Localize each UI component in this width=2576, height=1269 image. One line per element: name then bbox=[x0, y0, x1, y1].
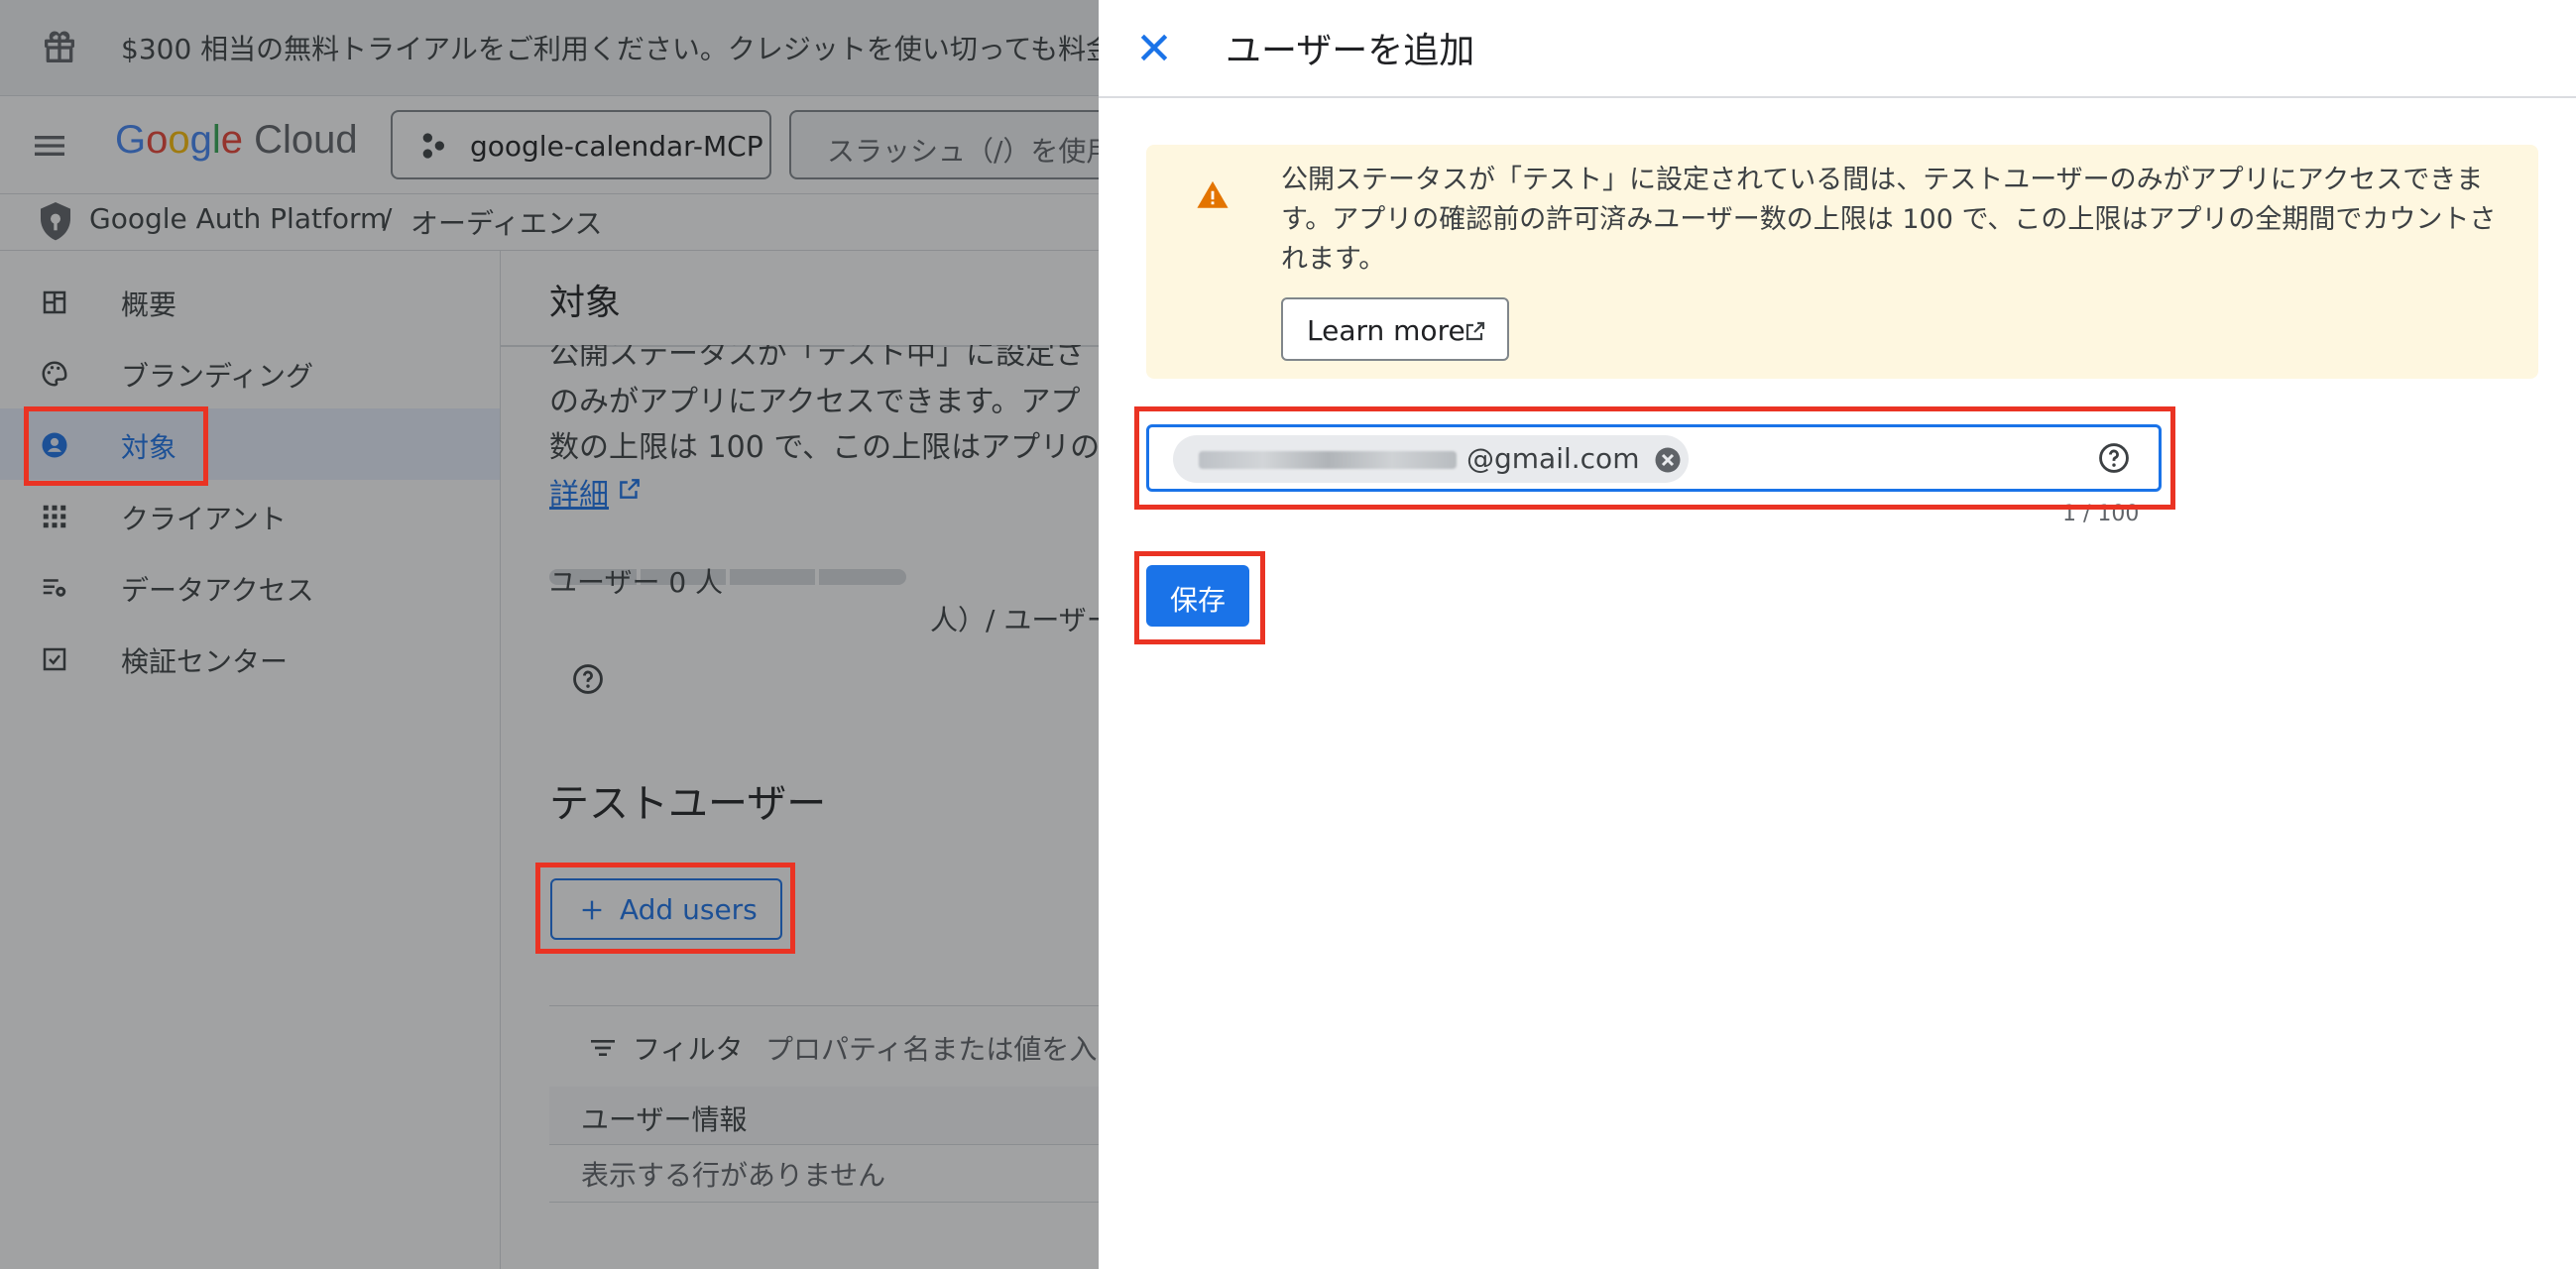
warning-icon bbox=[1197, 180, 1229, 208]
highlight-email-field bbox=[1134, 406, 2175, 510]
modal-scrim[interactable] bbox=[0, 0, 1099, 1269]
learn-more-button[interactable]: Learn more bbox=[1281, 297, 1509, 361]
close-icon[interactable] bbox=[1134, 28, 1174, 67]
highlight-save-button bbox=[1134, 551, 1265, 644]
highlight-sidebar-audience bbox=[24, 406, 208, 486]
panel-header: ユーザーを追加 bbox=[1099, 0, 2576, 98]
external-link-icon bbox=[1465, 321, 1485, 341]
panel-title: ユーザーを追加 bbox=[1226, 31, 1475, 71]
warning-text: 公開ステータスが「テスト」に設定されている間は、テストユーザーのみがアプリにアク… bbox=[1281, 165, 2497, 275]
add-user-panel: ユーザーを追加 公開ステータスが「テスト」に設定されている間は、テストユーザーの… bbox=[1099, 0, 2576, 1269]
warning-banner: 公開ステータスが「テスト」に設定されている間は、テストユーザーのみがアプリにアク… bbox=[1146, 145, 2538, 379]
highlight-add-users bbox=[535, 863, 795, 954]
learn-more-label: Learn more bbox=[1307, 314, 1465, 347]
